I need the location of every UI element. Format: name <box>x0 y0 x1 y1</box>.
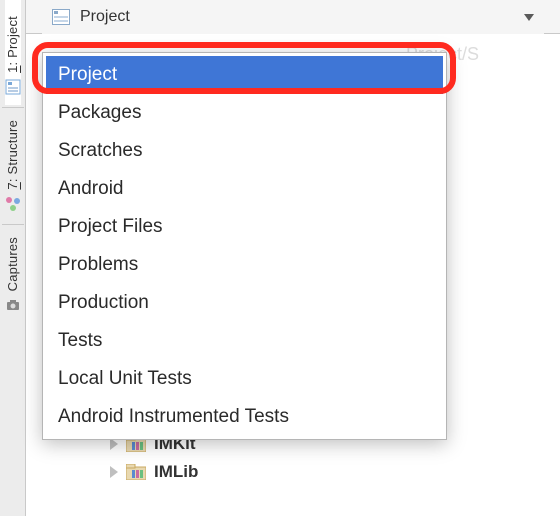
expand-icon <box>110 466 118 478</box>
captures-rail-icon <box>5 297 21 313</box>
rail-captures[interactable]: Captures <box>5 227 21 329</box>
rail-separator <box>2 107 24 108</box>
view-mode-label: Project <box>80 8 130 26</box>
dropdown-item-project-files[interactable]: Project Files <box>46 208 443 246</box>
dropdown-item-production[interactable]: Production <box>46 284 443 322</box>
tree-node-label: IMLib <box>154 462 198 482</box>
project-rail-icon <box>5 79 21 95</box>
dropdown-item-android-instrumented-tests[interactable]: Android Instrumented Tests <box>46 398 443 436</box>
structure-rail-icon <box>5 196 21 212</box>
chevron-down-icon <box>524 14 534 21</box>
rail-project[interactable]: 1: Project <box>5 0 21 105</box>
tree-node-imlib[interactable]: IMLib <box>52 458 560 486</box>
project-panel-toolbar: Project <box>26 0 560 34</box>
dropdown-item-packages[interactable]: Packages <box>46 94 443 132</box>
left-tool-rail: 1: Project 7: Structure Captures <box>0 0 26 516</box>
module-icon <box>126 464 146 480</box>
dropdown-item-project[interactable]: Project <box>46 56 443 94</box>
view-mode-selector[interactable]: Project <box>42 0 544 34</box>
project-icon <box>52 9 70 25</box>
dropdown-item-problems[interactable]: Problems <box>46 246 443 284</box>
rail-separator <box>2 224 24 225</box>
dropdown-item-android[interactable]: Android <box>46 170 443 208</box>
rail-structure[interactable]: 7: Structure <box>5 110 21 222</box>
dropdown-item-tests[interactable]: Tests <box>46 322 443 360</box>
view-mode-dropdown: Project Packages Scratches Android Proje… <box>42 52 447 440</box>
dropdown-item-scratches[interactable]: Scratches <box>46 132 443 170</box>
dropdown-item-local-unit-tests[interactable]: Local Unit Tests <box>46 360 443 398</box>
